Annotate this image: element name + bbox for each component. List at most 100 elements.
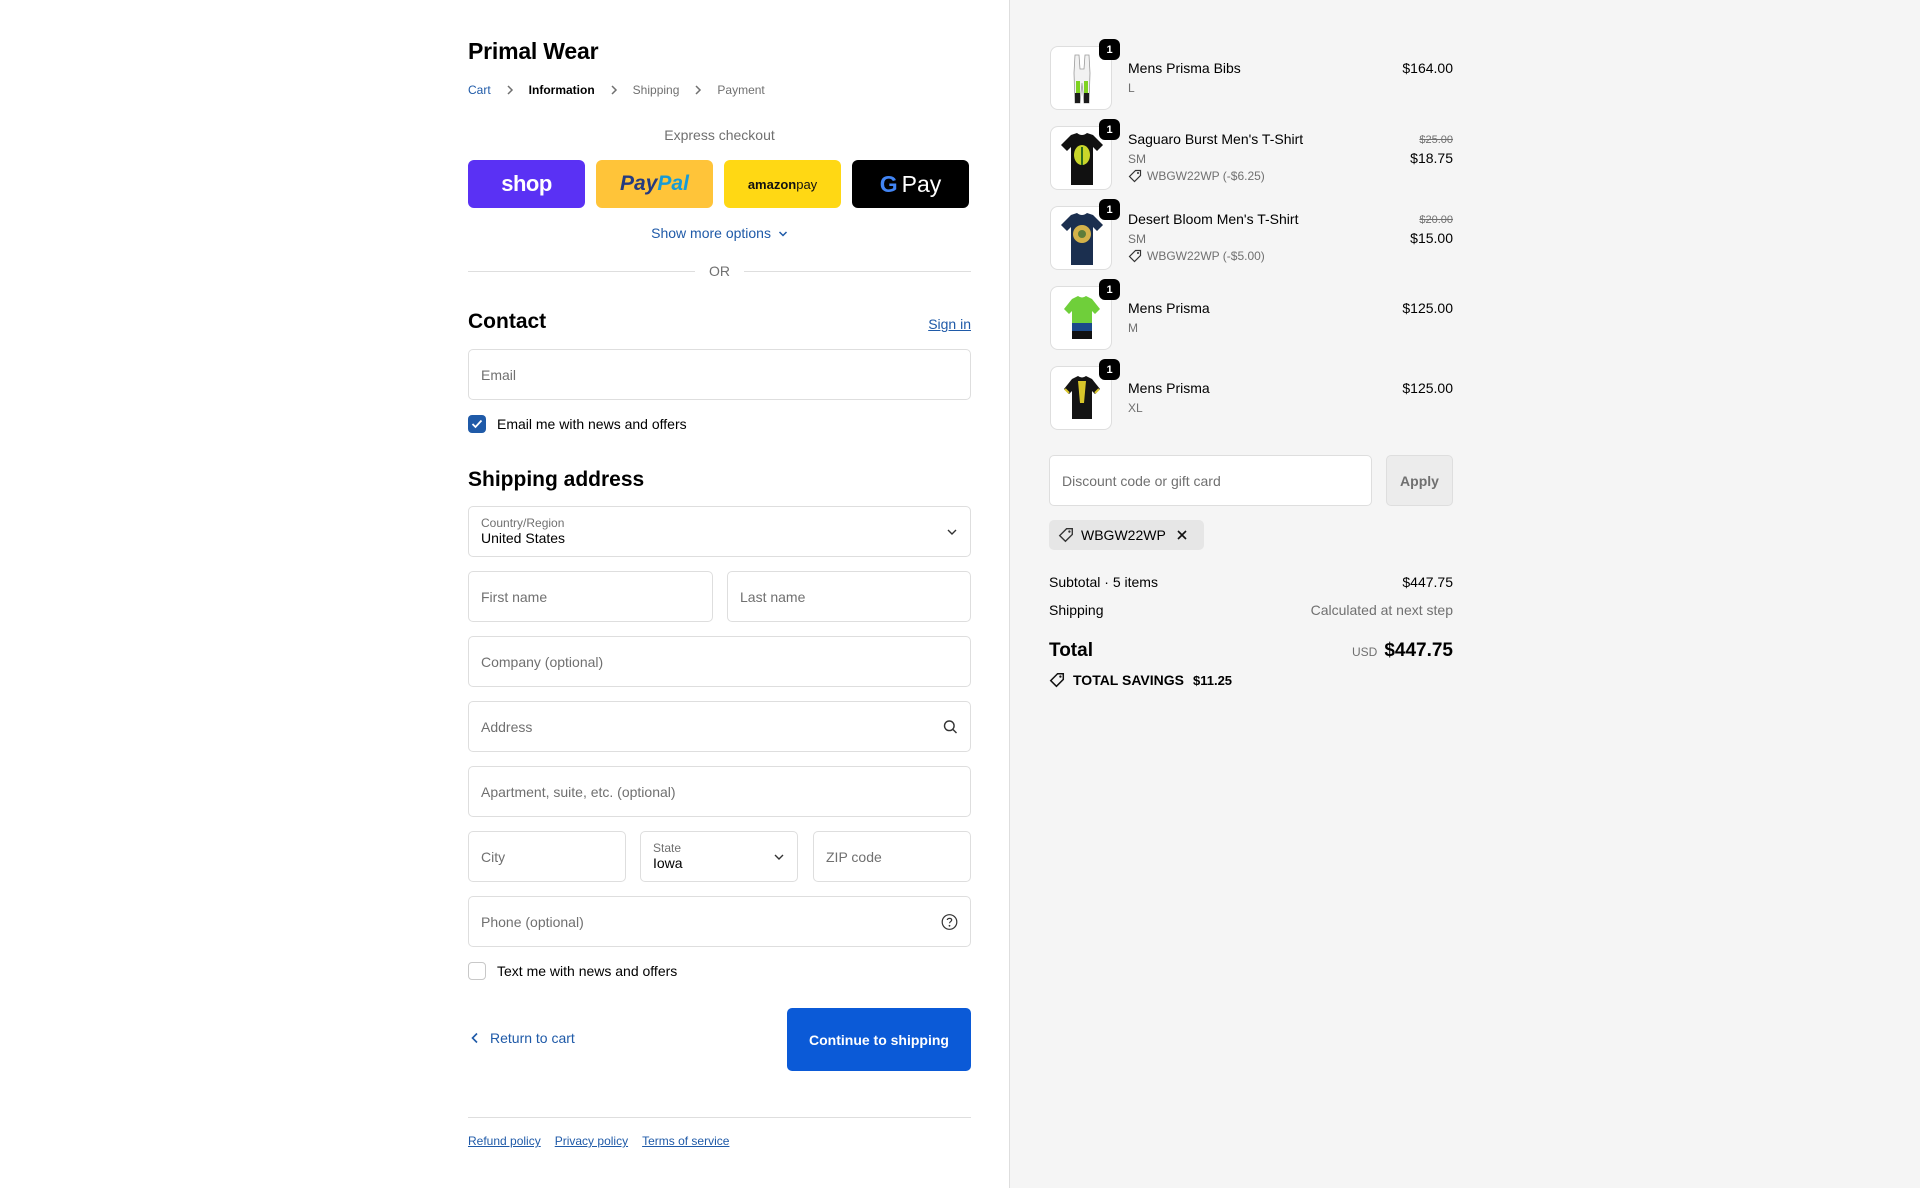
apply-discount-button[interactable]: Apply [1386, 455, 1453, 506]
google-pay-button[interactable]: G Pay [852, 160, 969, 208]
item-name: Mens Prisma [1128, 380, 1210, 396]
breadcrumb-payment: Payment [717, 83, 765, 97]
state-select[interactable]: State Iowa [640, 831, 798, 882]
item-name: Mens Prisma [1128, 300, 1210, 316]
quantity-badge: 1 [1099, 359, 1120, 380]
first-name-placeholder: First name [481, 588, 548, 605]
shipping-heading: Shipping address [468, 468, 645, 491]
close-icon[interactable] [1176, 529, 1188, 541]
last-name-field[interactable]: Last name [727, 571, 971, 622]
address-field[interactable]: Address [468, 701, 971, 752]
text-news-checkbox[interactable] [468, 962, 486, 980]
phone-field[interactable]: Phone (optional) [468, 896, 971, 947]
country-select[interactable]: Country/Region United States [468, 506, 971, 557]
subtotal-value: $447.75 [1402, 574, 1453, 590]
email-field[interactable]: Email [468, 349, 971, 400]
google-g-icon: G [879, 170, 898, 197]
item-discount: WBGW22WP (-$6.25) [1128, 169, 1265, 183]
cart-item: 1 Mens Prisma Bibs L $164.00 [1049, 39, 1453, 110]
shop-pay-button[interactable]: shop [468, 160, 585, 208]
breadcrumb-shipping: Shipping [632, 83, 680, 97]
total-amount: USD $447.75 [1352, 640, 1453, 662]
savings-value: $11.25 [1192, 672, 1233, 688]
text-news-label: Text me with news and offers [497, 963, 678, 979]
search-icon [943, 719, 957, 733]
zip-field[interactable]: ZIP code [813, 831, 971, 882]
quantity-badge: 1 [1099, 199, 1120, 220]
or-label: OR [709, 263, 730, 279]
tag-icon [1049, 672, 1065, 688]
country-label: Country/Region [481, 516, 565, 530]
total-value: $447.75 [1384, 640, 1453, 661]
address-placeholder: Address [481, 718, 533, 735]
chevron-down-icon [778, 231, 787, 237]
shipping-value: Calculated at next step [1310, 602, 1453, 618]
email-news-label: Email me with news and offers [497, 416, 687, 432]
chevron-left-icon [471, 1032, 478, 1044]
discount-placeholder: Discount code or gift card [1062, 472, 1221, 489]
express-buttons: shop Pay Pal amazon pay G Pay [468, 160, 971, 208]
sign-in-link[interactable]: Sign in [928, 316, 971, 332]
tag-icon [1128, 249, 1142, 263]
text-news-option[interactable]: Text me with news and offers [468, 962, 677, 980]
item-price: $15.00 [1410, 230, 1453, 246]
paypal-label-1: Pay [620, 172, 658, 195]
show-more-label: Show more options [651, 225, 771, 241]
email-news-checkbox[interactable] [468, 415, 486, 433]
chevron-down-icon [947, 529, 957, 535]
item-price: $18.75 [1410, 150, 1453, 166]
terms-of-service-link[interactable]: Terms of service [642, 1134, 729, 1148]
discount-input[interactable]: Discount code or gift card [1049, 455, 1372, 506]
shop-pay-label: shop [501, 171, 552, 196]
refund-policy-link[interactable]: Refund policy [468, 1134, 541, 1148]
city-placeholder: City [481, 848, 506, 865]
currency-code: USD [1351, 645, 1378, 659]
item-discount-label: WBGW22WP (-$6.25) [1147, 169, 1265, 183]
item-variant: SM [1128, 152, 1146, 166]
breadcrumb-cart[interactable]: Cart [468, 83, 491, 97]
brand-title[interactable]: Primal Wear [468, 38, 599, 65]
amazon-pay-button[interactable]: amazon pay [724, 160, 841, 208]
show-more-options[interactable]: Show more options [468, 225, 971, 241]
chevron-down-icon [774, 854, 784, 860]
applied-discount-chip: WBGW22WP [1049, 520, 1204, 550]
privacy-policy-link[interactable]: Privacy policy [555, 1134, 628, 1148]
subtotal-label: Subtotal · 5 items [1049, 574, 1158, 590]
checkout-main: Primal Wear Cart Information Shipping Pa… [0, 0, 1009, 1188]
apartment-field[interactable]: Apartment, suite, etc. (optional) [468, 766, 971, 817]
quantity-badge: 1 [1099, 279, 1120, 300]
company-field[interactable]: Company (optional) [468, 636, 971, 687]
item-name: Saguaro Burst Men's T-Shirt [1128, 131, 1304, 147]
breadcrumb: Cart Information Shipping Payment [468, 83, 765, 97]
item-variant: SM [1128, 232, 1146, 246]
checkmark-icon [471, 419, 483, 429]
first-name-field[interactable]: First name [468, 571, 713, 622]
paypal-button[interactable]: Pay Pal [596, 160, 713, 208]
phone-placeholder: Phone (optional) [481, 913, 584, 930]
item-price: $164.00 [1402, 60, 1453, 76]
total-savings: TOTAL SAVINGS $11.25 [1049, 672, 1232, 688]
cart-item: 1 Mens Prisma M $125.00 [1049, 279, 1453, 350]
express-checkout-title: Express checkout [664, 127, 775, 143]
google-pay-label: Pay [901, 170, 942, 197]
last-name-placeholder: Last name [740, 588, 806, 605]
chevron-right-icon [695, 85, 702, 95]
state-value: Iowa [653, 855, 683, 871]
amazon-label-2: pay [796, 176, 818, 192]
item-variant: L [1128, 81, 1135, 95]
help-icon[interactable] [941, 913, 958, 930]
continue-to-shipping-button[interactable]: Continue to shipping [787, 1008, 971, 1071]
return-to-cart-link[interactable]: Return to cart [468, 1030, 575, 1046]
zip-placeholder: ZIP code [826, 848, 882, 865]
country-value: United States [481, 530, 566, 546]
city-field[interactable]: City [468, 831, 626, 882]
item-original-price: $20.00 [1419, 214, 1453, 226]
cart-item: 1 Saguaro Burst Men's T-Shirt SM WBGW22W… [1049, 119, 1453, 190]
item-price: $125.00 [1402, 300, 1453, 316]
item-name: Mens Prisma Bibs [1128, 60, 1241, 76]
apartment-placeholder: Apartment, suite, etc. (optional) [481, 783, 676, 800]
email-news-option[interactable]: Email me with news and offers [468, 415, 687, 433]
divider-line [468, 270, 695, 272]
paypal-label-2: Pal [657, 172, 689, 195]
state-label: State [653, 841, 682, 855]
